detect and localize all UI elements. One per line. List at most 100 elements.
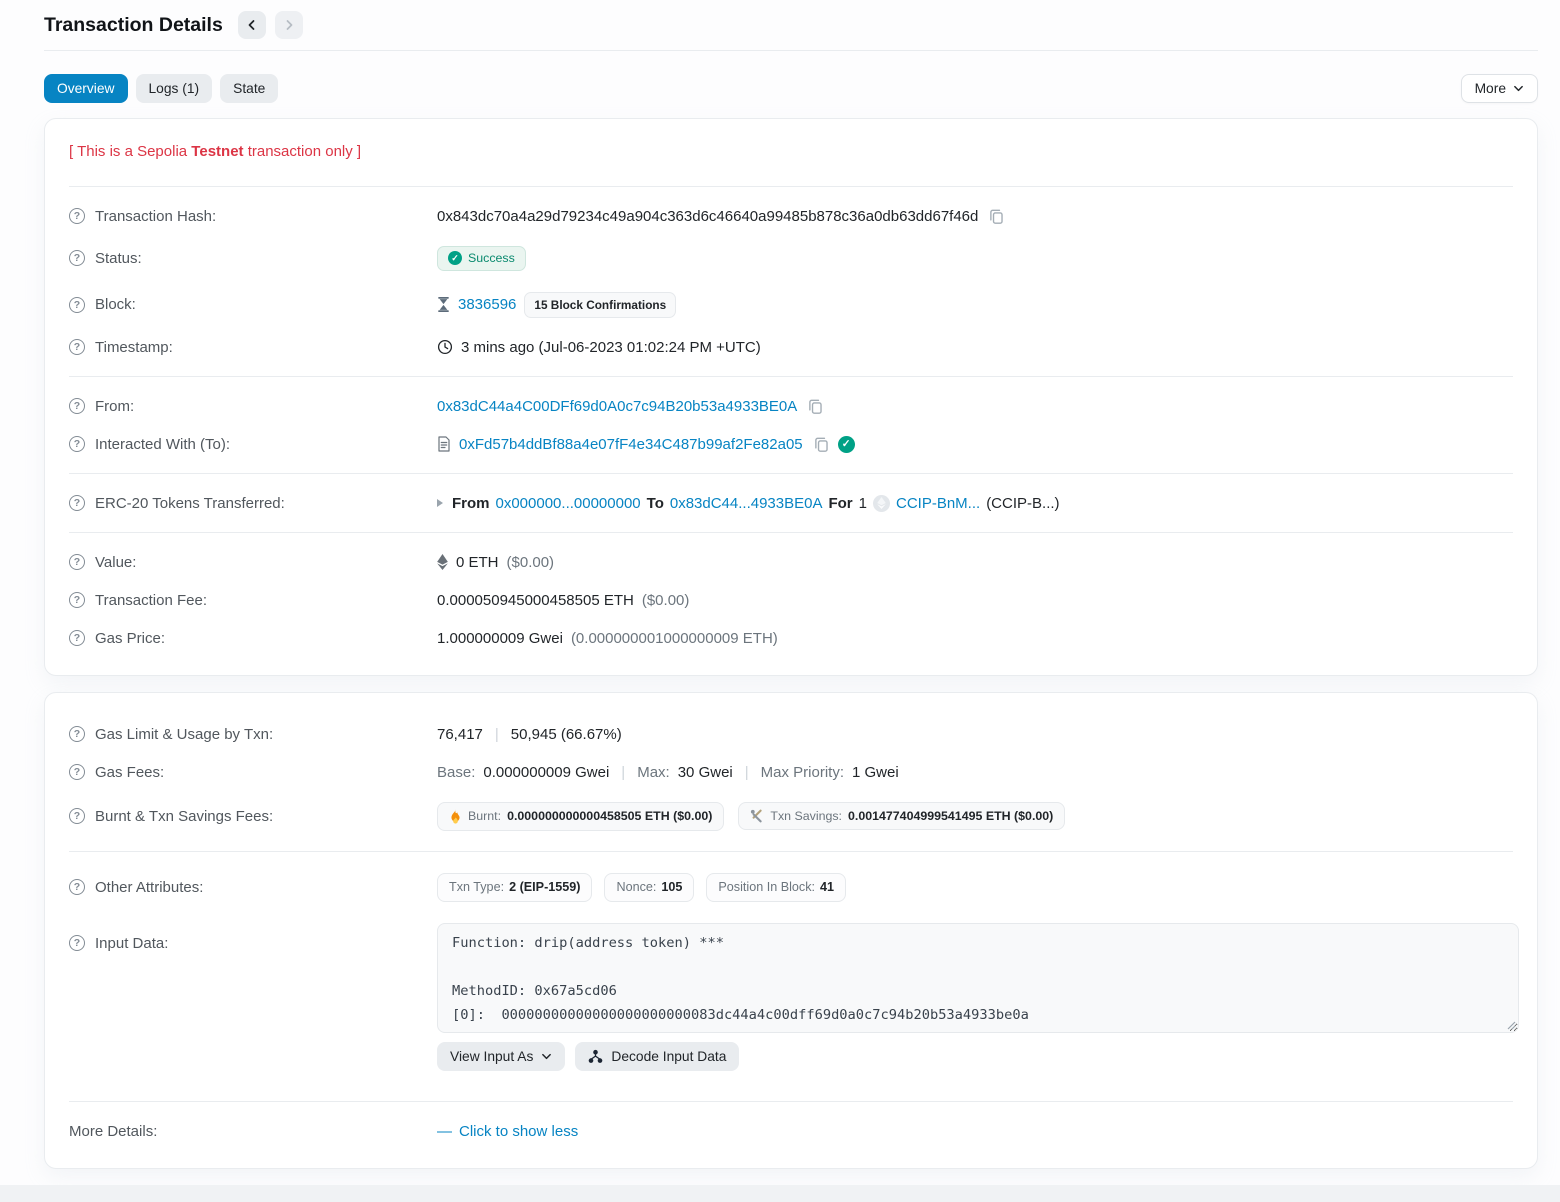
help-icon[interactable]: ? — [69, 630, 85, 646]
separator: | — [617, 764, 629, 781]
help-icon[interactable]: ? — [69, 339, 85, 355]
caret-right-icon[interactable] — [437, 499, 443, 507]
timestamp-value: 3 mins ago (Jul-06-2023 01:02:24 PM +UTC… — [461, 339, 761, 356]
position-in-block-label: Position In Block: — [718, 880, 815, 894]
tab-state[interactable]: State — [220, 74, 278, 103]
input-data-textarea[interactable]: Function: drip(address token) *** Method… — [437, 923, 1519, 1033]
gas-price-label-group: ? Gas Price: — [69, 630, 437, 647]
tab-logs[interactable]: Logs (1) — [136, 74, 213, 103]
help-icon[interactable]: ? — [69, 726, 85, 742]
help-icon[interactable]: ? — [69, 592, 85, 608]
tools-icon — [750, 809, 764, 823]
status-badge-label: Success — [468, 251, 515, 265]
hourglass-icon — [437, 297, 450, 312]
help-icon[interactable]: ? — [69, 250, 85, 266]
help-icon[interactable]: ? — [69, 297, 85, 313]
burnt-savings-row: ? Burnt & Txn Savings Fees: Burnt: 0.000… — [69, 791, 1513, 841]
gas-limit-row: ? Gas Limit & Usage by Txn: 76,417 | 50,… — [69, 715, 1513, 753]
divider — [69, 532, 1513, 533]
erc20-for-label: For — [828, 495, 852, 512]
next-transaction-button[interactable] — [275, 11, 303, 39]
gas-price-row: ? Gas Price: 1.000000009 Gwei (0.0000000… — [69, 619, 1513, 657]
interacted-with-row: ? Interacted With (To): 0xFd57b4ddBf88a4… — [69, 425, 1513, 463]
help-icon[interactable]: ? — [69, 208, 85, 224]
previous-transaction-button[interactable] — [238, 11, 266, 39]
interacted-with-address-link[interactable]: 0xFd57b4ddBf88a4e07fF4e34C487b99af2Fe82a… — [459, 436, 803, 453]
max-priority-fee-value: 1 Gwei — [852, 764, 899, 781]
chevron-down-icon — [541, 1051, 552, 1062]
help-icon[interactable]: ? — [69, 495, 85, 511]
from-label: From: — [95, 398, 134, 415]
help-icon[interactable]: ? — [69, 436, 85, 452]
help-icon[interactable]: ? — [69, 879, 85, 895]
help-icon[interactable]: ? — [69, 398, 85, 414]
decode-input-data-button[interactable]: Decode Input Data — [575, 1042, 739, 1071]
help-icon[interactable]: ? — [69, 935, 85, 951]
max-fee-value: 30 Gwei — [678, 764, 733, 781]
block-label: Block: — [95, 296, 136, 313]
transaction-hash-label-group: ? Transaction Hash: — [69, 208, 437, 225]
more-button[interactable]: More — [1461, 74, 1538, 103]
base-fee-value: 0.000000009 Gwei — [483, 764, 609, 781]
nonce-badge: Nonce: 105 — [604, 873, 694, 902]
copy-icon[interactable] — [813, 436, 830, 453]
nonce-label: Nonce: — [616, 880, 656, 894]
transaction-fee-row: ? Transaction Fee: 0.000050945000458505 … — [69, 581, 1513, 619]
burnt-savings-label-group: ? Burnt & Txn Savings Fees: — [69, 808, 437, 825]
txn-type-label: Txn Type: — [449, 880, 504, 894]
erc20-to-address-link[interactable]: 0x83dC44...4933BE0A — [670, 495, 823, 512]
input-data-label: Input Data: — [95, 935, 168, 952]
burnt-savings-label: Burnt & Txn Savings Fees: — [95, 808, 273, 825]
from-label-group: ? From: — [69, 398, 437, 415]
overview-card: [ This is a Sepolia Testnet transaction … — [44, 118, 1538, 676]
divider — [69, 376, 1513, 377]
transaction-fee-label-group: ? Transaction Fee: — [69, 592, 437, 609]
tab-bar: Overview Logs (1) State — [44, 74, 278, 103]
tab-overview[interactable]: Overview — [44, 74, 128, 103]
help-icon[interactable]: ? — [69, 808, 85, 824]
divider — [69, 186, 1513, 187]
transaction-fee-value: 0.000050945000458505 ETH — [437, 592, 634, 609]
erc20-amount: 1 — [859, 495, 867, 512]
txn-savings-badge: Txn Savings: 0.001477404999541495 ETH ($… — [738, 802, 1065, 830]
erc20-transfers-label: ERC-20 Tokens Transferred: — [95, 495, 285, 512]
copy-icon[interactable] — [807, 398, 824, 415]
show-less-link[interactable]: — Click to show less — [437, 1123, 578, 1140]
from-address-link[interactable]: 0x83dC44a4C00DFf69d0A0c7c94B20b53a4933BE… — [437, 398, 797, 415]
input-data-row: ? Input Data: Function: drip(address tok… — [69, 912, 1513, 1081]
page-bottom-strip — [0, 1185, 1560, 1202]
burnt-label: Burnt: — [468, 809, 501, 823]
status-row: ? Status: ✓ Success — [69, 235, 1513, 281]
help-icon[interactable]: ? — [69, 554, 85, 570]
check-circle-icon: ✓ — [448, 251, 462, 265]
value-label: Value: — [95, 554, 136, 571]
copy-icon[interactable] — [988, 208, 1005, 225]
input-data-label-group: ? Input Data: — [69, 923, 437, 952]
erc20-from-address-link[interactable]: 0x000000...00000000 — [496, 495, 641, 512]
testnet-warning-prefix: [ This is a Sepolia — [69, 143, 191, 160]
details-card: ? Gas Limit & Usage by Txn: 76,417 | 50,… — [44, 692, 1538, 1169]
toolbar: Overview Logs (1) State More — [44, 74, 1538, 103]
chevron-right-icon — [283, 19, 295, 31]
value-amount: 0 ETH — [456, 554, 499, 571]
divider — [69, 473, 1513, 474]
erc20-token-link[interactable]: CCIP-BnM... — [896, 495, 980, 512]
burnt-badge: Burnt: 0.000000000000458505 ETH ($0.00) — [437, 802, 724, 831]
timestamp-label-group: ? Timestamp: — [69, 339, 437, 356]
txn-savings-label: Txn Savings: — [770, 809, 842, 823]
gas-price-eth: (0.000000001000000009 ETH) — [571, 630, 778, 647]
burnt-value: 0.000000000000458505 ETH ($0.00) — [507, 809, 712, 823]
view-input-as-button[interactable]: View Input As — [437, 1042, 565, 1071]
minus-icon: — — [437, 1123, 452, 1140]
help-icon[interactable]: ? — [69, 764, 85, 780]
value-row: ? Value: 0 ETH ($0.00) — [69, 543, 1513, 581]
separator: | — [741, 764, 753, 781]
gas-fees-label: Gas Fees: — [95, 764, 164, 781]
max-priority-fee-label: Max Priority: — [761, 764, 844, 781]
divider — [69, 1101, 1513, 1102]
block-number-link[interactable]: 3836596 — [458, 296, 516, 313]
gas-fees-label-group: ? Gas Fees: — [69, 764, 437, 781]
timestamp-label: Timestamp: — [95, 339, 173, 356]
interacted-with-label-group: ? Interacted With (To): — [69, 436, 437, 453]
decode-input-data-label: Decode Input Data — [611, 1049, 726, 1064]
